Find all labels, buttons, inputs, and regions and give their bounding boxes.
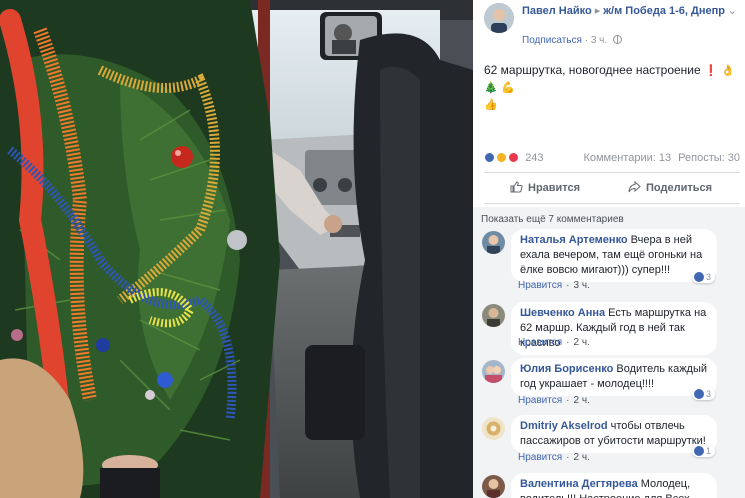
divider-bottom (484, 203, 740, 204)
haha-reaction-icon (496, 152, 508, 163)
post-panel: Павел Найко ▸ ж/м Победа 1-6, Днепр Подпис… (473, 0, 745, 498)
exclamation-emoji: ❗ (704, 65, 718, 77)
comment-author[interactable]: Dmitriy Akselrod (520, 420, 608, 432)
comment-actions: Нравится · 3 ч. (518, 280, 590, 291)
shares-count[interactable]: Репосты: 30 (678, 152, 740, 164)
comment-author[interactable]: Наталья Артеменко (520, 234, 628, 246)
divider-top (484, 172, 740, 173)
comment-actions: Нравится · 2 ч. (518, 395, 590, 406)
post-text: 62 маршрутка, новогоднее настроение ❗ 👌 … (484, 62, 740, 113)
dot-separator: · (566, 337, 570, 348)
commenter-avatar[interactable] (482, 231, 505, 254)
show-more-comments[interactable]: Показать ещё 7 комментариев (481, 214, 624, 225)
like-label: Нравится (528, 182, 581, 194)
dot-separator: · (566, 452, 570, 463)
comment-actions: Нравится · 2 ч. (518, 337, 590, 348)
dot-separator: · (566, 395, 570, 406)
author-line: Павел Найко ▸ ж/м Победа 1-6, Днепр (522, 4, 740, 18)
comment-like-count: 3 (706, 272, 712, 282)
comments-area: Показать ещё 7 комментариев Наталья Арте… (473, 207, 745, 498)
globe-icon (612, 35, 622, 44)
reactions-bar: 243 Комментарии: 13 Репосты: 30 (484, 152, 740, 166)
comment-author[interactable]: Валентина Дегтярева (520, 478, 638, 490)
comment-time[interactable]: 2 ч. (573, 452, 589, 463)
post-time[interactable]: 3 ч. (591, 35, 607, 46)
comment-time[interactable]: 3 ч. (573, 280, 589, 291)
post-actions: Нравится Поделиться (473, 176, 745, 200)
share-icon (628, 181, 641, 193)
comments-count[interactable]: Комментарии: 13 (583, 152, 671, 164)
thumbs-up-icon (510, 181, 523, 193)
arrow-icon: ▸ (594, 5, 601, 17)
like-button[interactable]: Нравится (510, 181, 580, 194)
subscribe-link[interactable]: Подписаться (522, 35, 582, 46)
comment-like-count: 3 (706, 389, 712, 399)
post-header: Павел Найко ▸ ж/м Победа 1-6, Днепр Подпис… (473, 0, 745, 52)
comment-bubble: Валентина ДегтяреваМолодец, водитель!!! … (511, 473, 717, 498)
like-icon (694, 389, 704, 399)
comment-like-badge[interactable]: 3 (692, 388, 716, 400)
christmas-tree-emoji: 🎄 (484, 82, 498, 94)
ok-hand-emoji: 👌 (721, 65, 735, 77)
commenter-avatar[interactable] (482, 304, 505, 327)
comment-time[interactable]: 2 ч. (573, 395, 589, 406)
comment-like-badge[interactable]: 1 (692, 445, 716, 457)
comment-bubble: Юлия Борисенко Водитель каждый год украша… (511, 358, 717, 396)
comment-bubble: Наталья Артеменко Вчера в ней ехала вечер… (511, 229, 717, 282)
post-body: 62 маршрутка, новогоднее настроение (484, 63, 701, 77)
like-icon (694, 272, 704, 282)
comment-like-link[interactable]: Нравится (518, 280, 562, 291)
share-label: Поделиться (646, 182, 713, 194)
commenter-avatar[interactable] (482, 360, 505, 383)
post-meta: Подписаться · 3 ч. (522, 35, 622, 46)
comment-like-link[interactable]: Нравится (518, 452, 562, 463)
author-name[interactable]: Павел Найко (522, 5, 592, 17)
comment-author[interactable]: Юлия Борисенко (520, 363, 613, 375)
post-photo[interactable] (0, 0, 473, 498)
minibus-interior-photo (0, 0, 473, 498)
share-button[interactable]: Поделиться (628, 181, 712, 194)
like-reaction-icon (484, 152, 495, 163)
reaction-count[interactable]: 243 (525, 152, 543, 164)
commenter-avatar[interactable] (482, 417, 505, 440)
commenter-avatar[interactable] (482, 475, 505, 498)
love-reaction-icon (508, 152, 520, 163)
comment-like-badge[interactable]: 3 (692, 271, 716, 283)
comment-time[interactable]: 2 ч. (573, 337, 589, 348)
chevron-down-icon[interactable]: ⌄ (728, 4, 737, 17)
like-icon (694, 446, 704, 456)
author-location[interactable]: ж/м Победа 1-6, Днепр (603, 5, 725, 17)
muscle-emoji: 💪 (501, 82, 515, 94)
comment-bubble: Dmitriy Akselrod чтобы отвлечь пассажиров… (511, 415, 717, 453)
comment-actions: Нравится · 2 ч. (518, 452, 590, 463)
comment-like-count: 1 (706, 446, 712, 456)
dot-separator: · (566, 280, 570, 291)
comment-like-link[interactable]: Нравится (518, 337, 562, 348)
comment-like-link[interactable]: Нравится (518, 395, 562, 406)
reaction-stats: Комментарии: 13 Репосты: 30 (583, 152, 740, 164)
comment-author[interactable]: Шевченко Анна (520, 307, 605, 319)
author-avatar[interactable] (484, 3, 514, 33)
thumbs-up-emoji: 👍 (484, 99, 498, 111)
